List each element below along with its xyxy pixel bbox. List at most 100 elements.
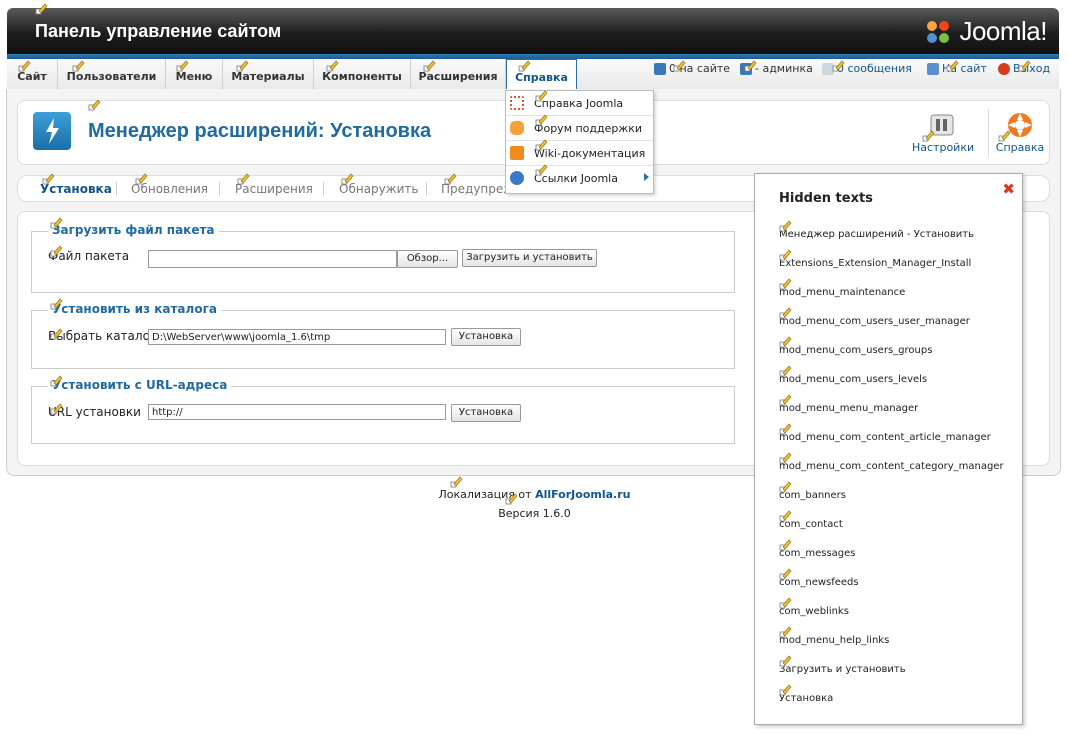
pencil-edit-icon[interactable] <box>779 683 792 696</box>
pencil-edit-icon[interactable] <box>535 138 548 151</box>
localization-link[interactable]: AllForJoomla.ru <box>535 488 630 501</box>
pencil-edit-icon[interactable] <box>341 172 354 185</box>
pencil-edit-icon[interactable] <box>779 393 792 406</box>
links-icon <box>510 171 524 185</box>
options-label: Настройки <box>912 141 975 154</box>
hidden-text-item[interactable]: Extensions_Extension_Manager_Install <box>779 258 971 269</box>
logo-text: Joomla! <box>959 16 1047 46</box>
dropdown-label: Wiki-документация <box>534 147 646 160</box>
menu-item-menus[interactable]: Меню <box>166 59 223 89</box>
pencil-edit-icon[interactable] <box>423 59 436 72</box>
pencil-edit-icon[interactable] <box>88 98 101 111</box>
joomla-logo: Joomla! <box>923 16 1047 47</box>
pencil-edit-icon[interactable] <box>450 475 463 488</box>
hidden-text-item[interactable]: mod_menu_help_links <box>779 635 889 646</box>
url-install-button[interactable]: Установка <box>451 404 521 422</box>
wiki-icon <box>510 146 524 160</box>
pencil-edit-icon[interactable] <box>779 335 792 348</box>
help-label: Справка <box>995 141 1045 154</box>
pencil-edit-icon[interactable] <box>922 129 935 142</box>
pencil-edit-icon[interactable] <box>779 596 792 609</box>
install-directory-fieldset: Установить из каталога Выбрать каталог D… <box>31 302 735 369</box>
options-button[interactable]: Настройки <box>912 111 975 154</box>
hidden-text-item[interactable]: mod_menu_com_users_user_manager <box>779 316 970 327</box>
pencil-edit-icon[interactable] <box>236 59 249 72</box>
pencil-edit-icon[interactable] <box>50 327 63 340</box>
pencil-edit-icon[interactable] <box>779 277 792 290</box>
logout-icon <box>998 62 1010 75</box>
hidden-text-item[interactable]: mod_menu_com_content_article_manager <box>779 432 991 443</box>
pencil-edit-icon[interactable] <box>779 219 792 232</box>
pencil-edit-icon[interactable] <box>779 480 792 493</box>
tab-separator <box>219 182 220 195</box>
menu-item-help[interactable]: Справка <box>506 59 577 91</box>
pencil-edit-icon[interactable] <box>18 59 31 72</box>
pencil-edit-icon[interactable] <box>535 163 548 176</box>
dropdown-item-forum[interactable]: Форум поддержки <box>506 116 653 141</box>
pencil-edit-icon[interactable] <box>444 172 457 185</box>
online-users-status: 0 на сайте <box>654 62 730 75</box>
pencil-edit-icon[interactable] <box>998 129 1011 142</box>
directory-input[interactable]: D:\WebServer\www\joomla_1.6\tmp <box>148 329 446 345</box>
pencil-edit-icon[interactable] <box>779 364 792 377</box>
pencil-edit-icon[interactable] <box>779 422 792 435</box>
pencil-edit-icon[interactable] <box>237 172 250 185</box>
hidden-text-item[interactable]: mod_menu_com_users_groups <box>779 345 932 356</box>
pencil-edit-icon[interactable] <box>326 59 339 72</box>
pencil-edit-icon[interactable] <box>176 59 189 72</box>
pencil-edit-icon[interactable] <box>50 244 63 257</box>
dropdown-label: Форум поддержки <box>534 122 643 135</box>
submenu-arrow-icon <box>644 173 649 181</box>
pencil-edit-icon[interactable] <box>779 538 792 551</box>
url-input[interactable]: http:// <box>148 404 446 420</box>
hidden-texts-panel: Hidden texts ✖ Менеджер расширений - Уст… <box>754 173 1023 725</box>
monitor-icon <box>927 62 939 75</box>
pencil-edit-icon[interactable] <box>535 113 548 126</box>
pencil-edit-icon[interactable] <box>42 172 55 185</box>
page-title: Менеджер расширений: Установка <box>88 120 432 142</box>
messages-link[interactable]: 0 сообщения <box>837 62 912 75</box>
hidden-text-item[interactable]: mod_menu_com_users_levels <box>779 374 927 385</box>
hidden-text-item[interactable]: Загрузить и установить <box>779 664 906 675</box>
pencil-edit-icon[interactable] <box>779 451 792 464</box>
dropdown-item-links[interactable]: Ссылки Joomla <box>506 166 653 190</box>
pencil-edit-icon[interactable] <box>946 59 959 72</box>
pencil-edit-icon[interactable] <box>535 89 548 102</box>
pencil-edit-icon[interactable] <box>779 248 792 261</box>
toolbar-divider <box>988 109 989 157</box>
dropdown-item-wiki[interactable]: Wiki-документация <box>506 141 653 166</box>
dropdown-item-joomla-help[interactable]: Справка Joomla <box>506 91 653 116</box>
upload-legend: Загрузить файл пакета <box>48 223 219 237</box>
directory-label: Выбрать каталог <box>48 329 157 343</box>
pencil-edit-icon[interactable] <box>779 509 792 522</box>
pencil-edit-icon[interactable] <box>50 374 63 387</box>
pencil-edit-icon[interactable] <box>779 567 792 580</box>
pencil-edit-icon[interactable] <box>779 306 792 319</box>
pencil-edit-icon[interactable] <box>505 492 518 505</box>
hidden-text-item[interactable]: mod_menu_com_content_category_manager <box>779 461 1004 472</box>
pencil-edit-icon[interactable] <box>50 402 63 415</box>
hidden-text-item[interactable]: mod_menu_maintenance <box>779 287 905 298</box>
directory-install-button[interactable]: Установка <box>451 328 521 346</box>
pencil-edit-icon[interactable] <box>50 297 63 310</box>
upload-install-button[interactable]: Загрузить и установить <box>462 249 597 267</box>
pencil-edit-icon[interactable] <box>673 59 686 72</box>
pencil-edit-icon[interactable] <box>35 2 48 15</box>
browse-button[interactable]: Обзор... <box>397 250 458 268</box>
pencil-edit-icon[interactable] <box>72 59 85 72</box>
directory-legend: Установить из каталога <box>48 302 221 316</box>
hidden-text-item[interactable]: Менеджер расширений - Установить <box>779 229 974 240</box>
pencil-edit-icon[interactable] <box>779 654 792 667</box>
pencil-edit-icon[interactable] <box>744 59 757 72</box>
joomla-help-icon <box>510 96 524 110</box>
pencil-edit-icon[interactable] <box>50 216 63 229</box>
pencil-edit-icon[interactable] <box>518 59 531 72</box>
menu-item-site[interactable]: Сайт <box>7 59 58 89</box>
hidden-text-item[interactable]: mod_menu_menu_manager <box>779 403 918 414</box>
package-file-input[interactable] <box>148 250 397 268</box>
pencil-edit-icon[interactable] <box>135 172 148 185</box>
pencil-edit-icon[interactable] <box>1018 59 1031 72</box>
pencil-edit-icon[interactable] <box>832 59 845 72</box>
pencil-edit-icon[interactable] <box>779 625 792 638</box>
close-icon[interactable]: ✖ <box>1002 180 1015 198</box>
